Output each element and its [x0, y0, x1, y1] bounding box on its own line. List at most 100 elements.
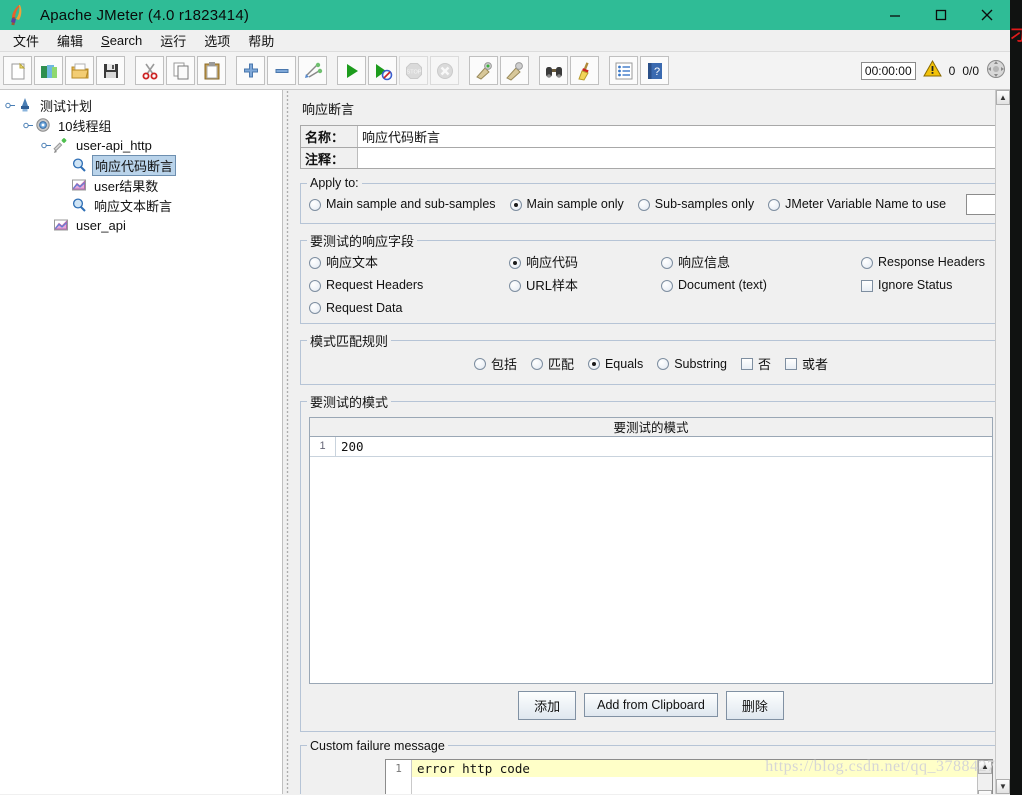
radio-main-and-sub[interactable]: Main sample and sub-samples: [309, 198, 496, 211]
tree-label: 响应文本断言: [94, 198, 173, 214]
radio-substring[interactable]: Substring: [657, 358, 727, 371]
checkbox-or[interactable]: 或者: [785, 358, 828, 371]
menu-run[interactable]: 运行: [151, 29, 195, 52]
tree-node-thread-group[interactable]: 10线程组: [4, 115, 282, 135]
stop-button[interactable]: STOP: [399, 56, 428, 85]
tree-label: user-api_http: [76, 137, 152, 153]
maximize-button[interactable]: [918, 0, 964, 30]
tree-node-response-text-assertion[interactable]: 响应文本断言: [4, 195, 282, 215]
close-button[interactable]: [964, 0, 1010, 30]
radio-response-text[interactable]: 响应文本: [309, 256, 509, 269]
checkbox-not[interactable]: 否: [741, 358, 771, 371]
radio-contains[interactable]: 包括: [473, 358, 517, 371]
jmeter-feather-icon: [4, 2, 30, 28]
split-pane-divider[interactable]: [283, 90, 292, 794]
apply-to-legend: Apply to:: [310, 176, 359, 190]
tree-root: 测试计划 10线程组 user-api_http 响应代码断言 user结果数 …: [0, 90, 282, 235]
paste-button[interactable]: [197, 56, 226, 85]
help-button[interactable]: ?: [640, 56, 669, 85]
new-button[interactable]: [3, 56, 32, 85]
start-button[interactable]: [337, 56, 366, 85]
patterns-table[interactable]: 要测试的模式 1 200: [309, 416, 993, 684]
scroll-up-icon[interactable]: ▲: [978, 759, 992, 774]
collapse-all-button[interactable]: [267, 56, 296, 85]
function-helper-button[interactable]: [609, 56, 638, 85]
radio-jmeter-variable[interactable]: JMeter Variable Name to use: [768, 198, 946, 211]
expand-handle-icon[interactable]: [4, 99, 16, 111]
editor-scrollbar[interactable]: ▲ ▼: [977, 759, 992, 794]
shutdown-button[interactable]: [430, 56, 459, 85]
splitter-grip[interactable]: [286, 90, 289, 794]
activity-circle-icon[interactable]: [986, 59, 1006, 84]
radio-document-text[interactable]: Document (text): [661, 279, 861, 292]
templates-button[interactable]: [34, 56, 63, 85]
name-input[interactable]: 响应代码断言: [357, 126, 1001, 147]
comment-input[interactable]: [357, 148, 1001, 168]
radio-equals[interactable]: Equals: [587, 358, 643, 371]
start-no-pauses-button[interactable]: [368, 56, 397, 85]
minimize-button[interactable]: [872, 0, 918, 30]
radio-request-headers[interactable]: Request Headers: [309, 279, 509, 292]
delete-pattern-button[interactable]: 删除: [725, 690, 784, 720]
test-plan-tree[interactable]: 测试计划 10线程组 user-api_http 响应代码断言 user结果数 …: [0, 90, 283, 794]
line-number-gutter: 1: [386, 759, 412, 794]
editor-lines[interactable]: error http code: [412, 759, 977, 795]
radio-url-sample[interactable]: URL样本: [509, 279, 661, 292]
radio-response-headers[interactable]: Response Headers: [861, 256, 995, 269]
right-pane-scrollbar[interactable]: ▲ ▼: [995, 90, 1010, 794]
menu-help[interactable]: 帮助: [239, 29, 283, 52]
search-button[interactable]: [539, 56, 568, 85]
checkbox-ignore-status[interactable]: Ignore Status: [861, 279, 995, 292]
checkbox-box-icon: [861, 279, 873, 292]
tree-node-user-result-listener[interactable]: user结果数: [4, 175, 282, 195]
radio-dot-icon: [509, 198, 522, 211]
radio-main-only[interactable]: Main sample only: [509, 198, 624, 211]
editor-line-1[interactable]: error http code: [412, 759, 977, 777]
radio-dot-icon: [657, 358, 670, 370]
scroll-down-icon[interactable]: ▼: [978, 789, 992, 794]
toolbar-group-run: STOP: [336, 56, 460, 85]
menu-options[interactable]: 选项: [195, 29, 239, 52]
add-from-clipboard-button[interactable]: Add from Clipboard: [584, 693, 718, 717]
scroll-down-icon[interactable]: ▼: [996, 779, 1010, 794]
scroll-up-icon[interactable]: ▲: [996, 90, 1010, 105]
menu-file[interactable]: 文件: [4, 29, 48, 52]
cut-button[interactable]: [135, 56, 164, 85]
add-pattern-button[interactable]: 添加: [518, 690, 577, 720]
tree-node-user-api-listener[interactable]: user_api: [4, 215, 282, 235]
menu-search[interactable]: Search: [92, 31, 151, 50]
expand-handle-icon[interactable]: [40, 139, 52, 151]
warning-triangle-icon[interactable]: [922, 59, 942, 82]
radio-dot-icon: [473, 358, 486, 370]
toggle-pins-icon[interactable]: [298, 56, 327, 85]
radio-dot-icon: [509, 279, 521, 292]
expand-handle-icon[interactable]: [22, 119, 34, 131]
radio-matches[interactable]: 匹配: [530, 358, 574, 371]
custom-failure-message-editor[interactable]: 1 error http code ▲ ▼: [385, 758, 993, 795]
tree-node-response-code-assertion[interactable]: 响应代码断言: [4, 154, 282, 176]
expand-all-button[interactable]: [236, 56, 265, 85]
tree-node-test-plan[interactable]: 测试计划: [4, 95, 282, 115]
radio-response-message[interactable]: 响应信息: [661, 256, 861, 269]
open-button[interactable]: [65, 56, 94, 85]
menu-edit[interactable]: 编辑: [48, 29, 92, 52]
tree-label: 测试计划: [40, 98, 93, 114]
clear-all-button[interactable]: [500, 56, 529, 85]
radio-response-code[interactable]: 响应代码: [509, 256, 661, 269]
custom-failure-message-group: Custom failure message 1 error http code…: [300, 738, 1002, 795]
clear-button[interactable]: [469, 56, 498, 85]
radio-sub-only[interactable]: Sub-samples only: [637, 198, 754, 211]
tree-node-user-api-http[interactable]: user-api_http: [4, 135, 282, 155]
toolbar-group-clear: [468, 56, 530, 85]
patterns-table-body[interactable]: 1 200: [310, 436, 992, 683]
radio-dot-icon: [309, 279, 321, 292]
custom-failure-message-legend: Custom failure message: [310, 738, 445, 753]
toolbar: STOP ? 00:00:00 0 0/0: [0, 52, 1010, 90]
radio-label: 响应文本: [326, 255, 379, 270]
save-button[interactable]: [96, 56, 125, 85]
reset-search-button[interactable]: [570, 56, 599, 85]
copy-button[interactable]: [166, 56, 195, 85]
pattern-cell[interactable]: 200: [336, 439, 992, 454]
table-row[interactable]: 1 200: [310, 436, 992, 457]
radio-request-data[interactable]: Request Data: [309, 302, 509, 315]
